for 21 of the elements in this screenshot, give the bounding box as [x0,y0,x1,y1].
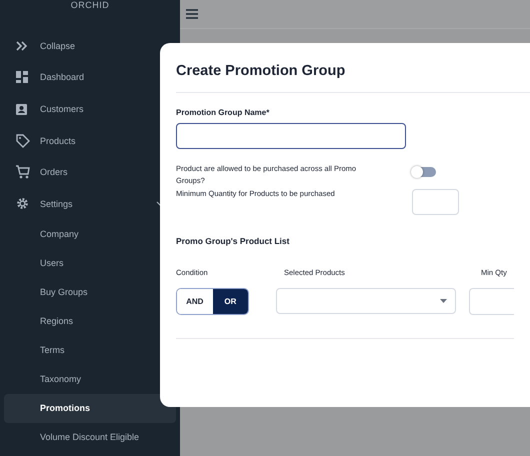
section-title: Promo Group's Product List [176,236,290,246]
sidebar-subitem[interactable]: Volume Discount Eligible [4,422,176,452]
app-logo: ORCHID [70,0,110,11]
dashboard-icon [16,71,28,84]
contact-card-icon [16,102,27,115]
double-chevron-icon [16,40,28,51]
min-qty-input-field[interactable] [469,288,514,315]
condition-toggle-button[interactable]: OR [212,289,248,314]
dialog-title: Create Promotion Group [175,62,346,79]
toggle-switch[interactable] [412,167,436,177]
sidebar-item[interactable]: Collapse [0,30,180,62]
tag-icon [16,134,30,148]
field-label: Promotion Group Name* [176,108,270,117]
quantity-input-field[interactable] [412,189,459,215]
caret-icon [440,299,447,303]
sidebar-item[interactable]: Products [0,124,180,156]
cart-icon [16,165,30,180]
name-input-field[interactable] [176,123,406,149]
gear-icon [16,197,29,210]
sidebar-subitem[interactable]: Promotions [4,394,176,423]
menu-icon[interactable] [186,9,198,19]
